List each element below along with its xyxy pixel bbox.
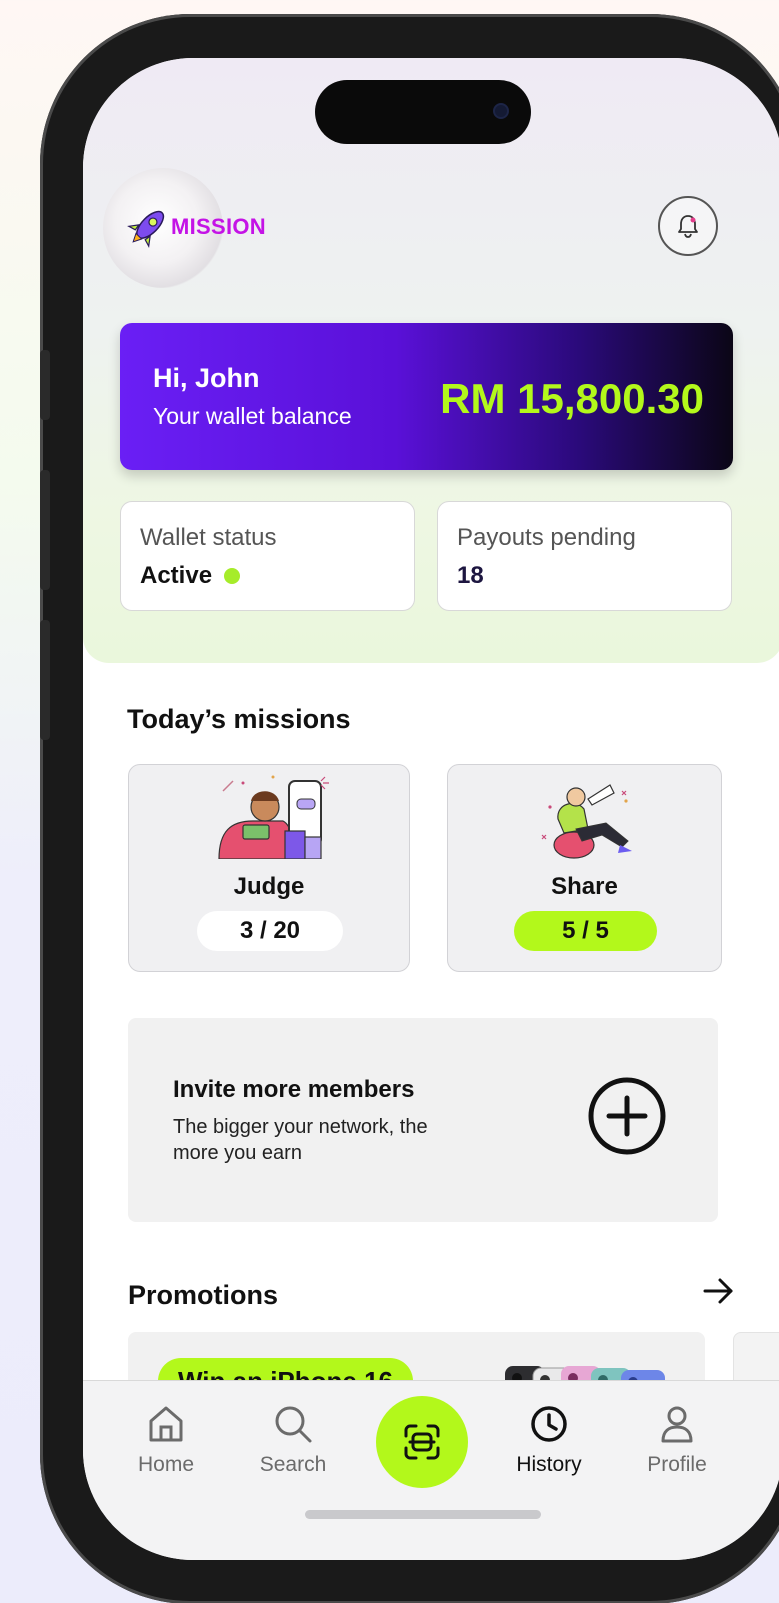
wallet-status-label: Wallet status	[140, 524, 277, 551]
clock-icon	[531, 1406, 567, 1442]
volume-down-button	[40, 620, 50, 740]
home-indicator	[305, 1510, 541, 1519]
promotions-section-title: Promotions	[128, 1280, 279, 1310]
tab-history[interactable]: History	[494, 1403, 604, 1477]
share-illustration-icon	[541, 784, 632, 859]
tab-profile[interactable]: Profile	[622, 1403, 732, 1477]
tab-home[interactable]: Home	[111, 1403, 221, 1477]
wallet-balance-label: Your wallet balance	[153, 403, 352, 429]
add-circle-icon[interactable]	[586, 1075, 668, 1157]
volume-up-button	[40, 470, 50, 590]
bell-icon	[678, 215, 698, 238]
bottom-tab-bar: Home Search History Profile	[83, 1380, 779, 1560]
invite-members-card[interactable]: Invite more members The bigger your netw…	[128, 1018, 718, 1222]
camera-icon	[493, 103, 509, 119]
home-icon	[149, 1406, 183, 1442]
invite-title: Invite more members	[173, 1076, 415, 1103]
mission-name: Share	[551, 873, 618, 900]
status-dot-icon	[224, 568, 241, 584]
wallet-balance-card[interactable]: Hi, John Your wallet balance RM 15,800.3…	[120, 323, 733, 470]
profile-icon	[661, 1406, 693, 1443]
tab-home-label: Home	[137, 1453, 195, 1476]
scan-button[interactable]	[376, 1396, 468, 1488]
missions-section-title: Today’s missions	[127, 704, 351, 734]
tab-search[interactable]: Search	[238, 1403, 348, 1477]
invite-description: The bigger your network, the more you ea…	[173, 1116, 428, 1164]
mute-switch	[40, 350, 50, 420]
app-screen: MISSION Hi, John Your wallet balance RM …	[83, 58, 779, 1560]
search-icon	[275, 1406, 312, 1443]
wallet-status-card: Wallet status Active	[120, 501, 415, 611]
wallet-balance-amount: RM 15,800.30	[440, 375, 704, 422]
payouts-pending-card: Payouts pending 18	[437, 501, 732, 611]
payouts-pending-label: Payouts pending	[457, 524, 636, 551]
mission-progress-pill: 3 / 20	[197, 911, 343, 951]
dynamic-island	[315, 80, 531, 144]
tab-history-label: History	[516, 1453, 582, 1476]
payouts-pending-value: 18	[457, 562, 484, 589]
rocket-icon	[127, 210, 165, 248]
tab-profile-label: Profile	[647, 1453, 707, 1476]
mission-progress-pill: 5 / 5	[514, 911, 657, 951]
app-logo-text: MISSION	[171, 214, 266, 239]
notifications-button[interactable]	[658, 196, 718, 256]
wallet-status-text: Active	[140, 562, 213, 589]
wallet-status-value: Active	[140, 562, 241, 590]
mission-card-judge[interactable]: Judge 3 / 20	[128, 764, 410, 972]
tab-search-label: Search	[259, 1453, 327, 1476]
arrow-right-icon[interactable]	[701, 1276, 737, 1306]
mission-name: Judge	[233, 873, 305, 900]
scan-icon	[404, 1424, 440, 1460]
judge-illustration-icon	[218, 775, 329, 859]
mission-card-share[interactable]: Share 5 / 5	[447, 764, 722, 972]
greeting: Hi, John	[153, 363, 260, 393]
